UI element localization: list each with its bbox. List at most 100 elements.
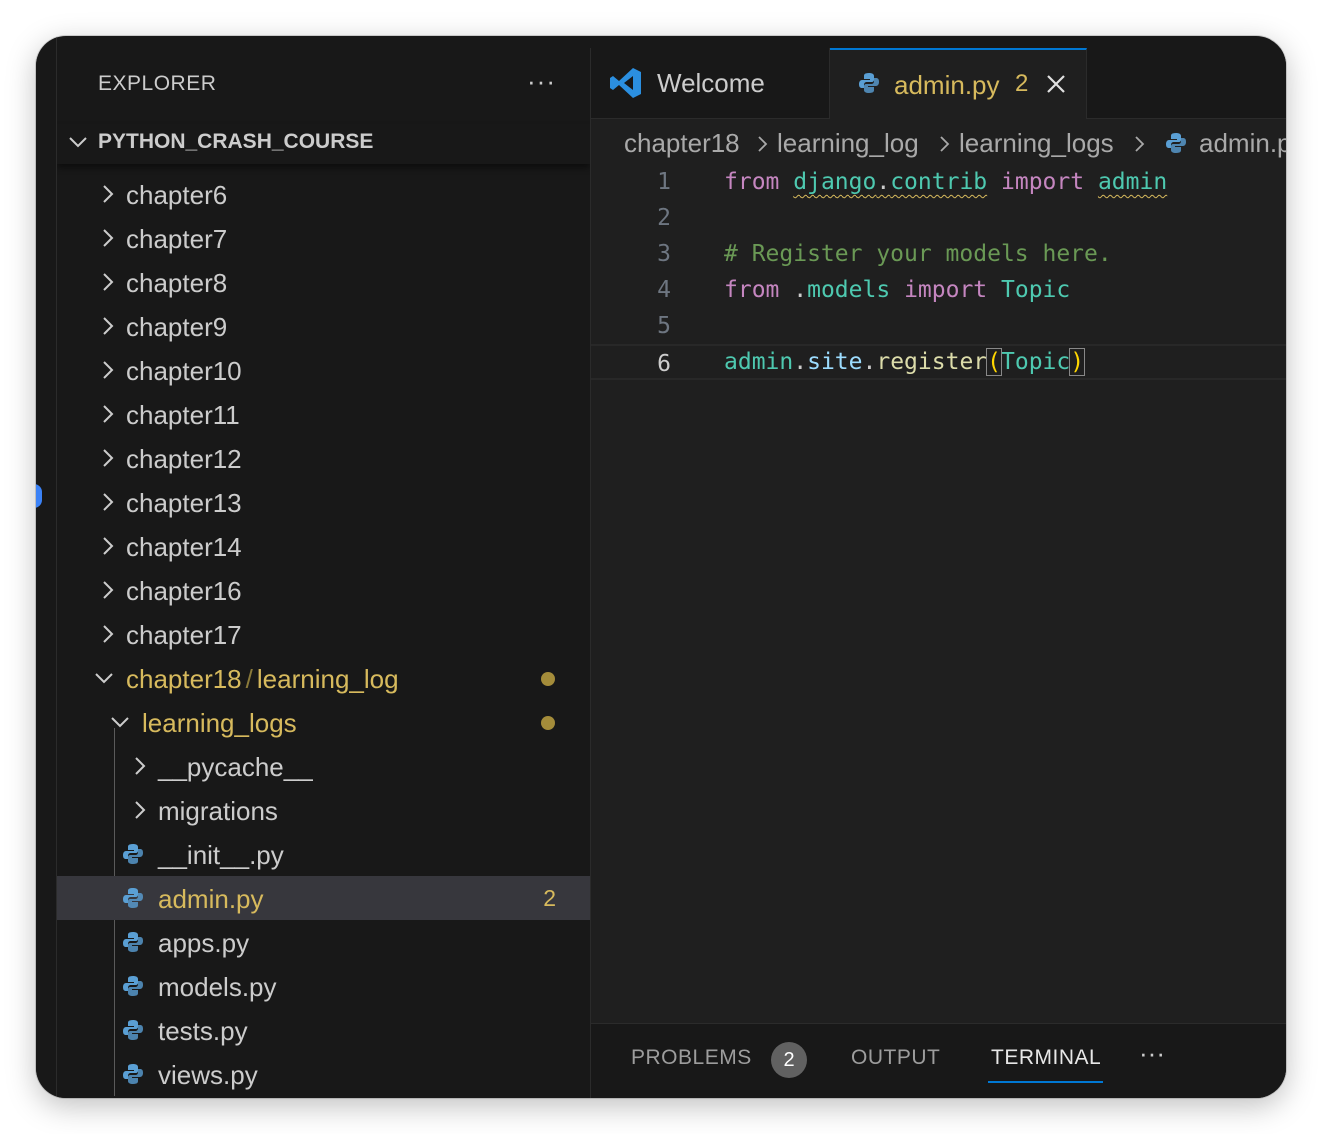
line-source: admin.site.register(Topic) xyxy=(724,348,1086,376)
token: import xyxy=(1001,169,1085,195)
tab-admin-py[interactable]: admin.py 2 xyxy=(830,48,1087,119)
token: from xyxy=(724,277,780,303)
tab-bar: Welcome admin.py 2 xyxy=(591,48,1286,119)
folder-row[interactable]: chapter9 xyxy=(57,304,590,348)
explorer-sidebar: EXPLORER ··· PYTHON_CRASH_COURSE chapter… xyxy=(57,48,591,1098)
file-label: admin.py xyxy=(158,884,264,914)
explorer-header: EXPLORER ··· xyxy=(57,48,590,120)
file-row[interactable]: __init__.py xyxy=(57,832,590,876)
token: Topic xyxy=(1001,349,1071,375)
breadcrumb-item[interactable]: admin.py xyxy=(1199,128,1286,159)
folder-row[interactable]: chapter17 xyxy=(57,612,590,656)
tab-welcome-label: Welcome xyxy=(657,68,765,98)
token: contrib xyxy=(890,169,988,195)
token: register xyxy=(876,349,988,375)
line-number: 4 xyxy=(657,277,671,303)
code-line: 2 xyxy=(591,200,1286,236)
python-file-icon xyxy=(122,1063,144,1085)
token: django xyxy=(793,169,877,195)
folder-row[interactable]: __pycache__ xyxy=(57,744,590,788)
token-bracket: ( xyxy=(986,348,1002,376)
chevron-right-icon xyxy=(1133,134,1147,154)
panel-more-button[interactable]: ··· xyxy=(1139,1038,1165,1069)
folder-row[interactable]: chapter16 xyxy=(57,568,590,612)
file-label: __init__.py xyxy=(158,840,284,870)
vscode-logo-icon xyxy=(609,66,643,105)
token: models xyxy=(807,277,891,303)
tab-admin-label: admin.py xyxy=(894,70,1000,100)
file-row[interactable]: models.py xyxy=(57,964,590,1008)
file-row[interactable]: views.py xyxy=(57,1052,590,1096)
code-line: 4 from .models import Topic xyxy=(591,272,1286,308)
breadcrumb-item[interactable]: learning_log xyxy=(777,128,919,159)
file-row[interactable]: tests.py xyxy=(57,1008,590,1052)
folder-row-open[interactable]: learning_logs xyxy=(57,700,590,744)
folder-label: migrations xyxy=(158,796,278,826)
chevron-right-icon xyxy=(97,182,119,206)
token: . xyxy=(793,277,808,303)
breadcrumb: chapter18 learning_log learning_logs adm… xyxy=(591,120,1286,164)
chevron-down-icon xyxy=(109,710,131,734)
chevron-down-icon xyxy=(93,666,115,690)
folder-label: chapter11 xyxy=(126,400,240,430)
close-icon[interactable] xyxy=(1044,72,1068,96)
tab-problem-count: 2 xyxy=(1015,70,1029,97)
folder-row[interactable]: chapter6 xyxy=(57,172,590,216)
chevron-right-icon xyxy=(938,134,952,154)
chevron-right-icon xyxy=(97,358,119,382)
problems-count-badge: 2 xyxy=(771,1042,807,1078)
line-source: from django.contrib import admin xyxy=(724,169,1167,195)
panel-tab-problems[interactable]: PROBLEMS xyxy=(631,1046,752,1070)
folder-label: chapter7 xyxy=(126,224,228,254)
folder-row[interactable]: chapter10 xyxy=(57,348,590,392)
chevron-right-icon xyxy=(756,134,770,154)
chevron-right-icon xyxy=(97,402,119,426)
token: . xyxy=(793,349,808,375)
code-line: 1 from django.contrib import admin xyxy=(591,164,1286,200)
panel-tab-output[interactable]: OUTPUT xyxy=(851,1046,940,1070)
file-label: models.py xyxy=(158,972,277,1002)
tab-welcome[interactable]: Welcome xyxy=(591,48,830,118)
folder-row-open[interactable]: chapter18/learning_log xyxy=(57,656,590,700)
activity-bar xyxy=(36,36,57,1098)
folder-row[interactable]: chapter8 xyxy=(57,260,590,304)
folder-label: chapter8 xyxy=(126,268,228,298)
python-file-icon xyxy=(122,887,144,909)
folder-row[interactable]: chapter13 xyxy=(57,480,590,524)
token: site xyxy=(807,349,863,375)
chevron-right-icon xyxy=(97,446,119,470)
panel-tab-terminal[interactable]: TERMINAL xyxy=(991,1046,1101,1070)
open-folder-label: chapter18/learning_log xyxy=(126,664,399,695)
folder-row[interactable]: chapter11 xyxy=(57,392,590,436)
folder-row[interactable]: chapter12 xyxy=(57,436,590,480)
chevron-right-icon xyxy=(97,490,119,514)
breadcrumb-item[interactable]: chapter18 xyxy=(624,128,740,159)
subfolder-label: learning_logs xyxy=(142,708,297,738)
explorer-more-button[interactable]: ··· xyxy=(527,66,556,97)
chevron-right-icon xyxy=(129,754,151,778)
code-line: 3 # Register your models here. xyxy=(591,236,1286,272)
root-folder[interactable]: PYTHON_CRASH_COURSE xyxy=(57,124,590,164)
chevron-right-icon xyxy=(129,798,151,822)
path-separator: / xyxy=(245,664,253,694)
line-number: 3 xyxy=(657,241,671,267)
chevron-right-icon xyxy=(97,226,119,250)
folder-label: chapter12 xyxy=(126,444,242,474)
folder-row[interactable]: chapter14 xyxy=(57,524,590,568)
folder-row[interactable]: migrations xyxy=(57,788,590,832)
file-row[interactable]: apps.py xyxy=(57,920,590,964)
code-line-current: 6 admin.site.register(Topic) xyxy=(591,344,1286,380)
python-file-icon xyxy=(122,1019,144,1041)
file-row-selected[interactable]: admin.py 2 xyxy=(57,876,590,920)
chevron-right-icon xyxy=(97,578,119,602)
folder-label: chapter13 xyxy=(126,488,242,518)
explorer-title: EXPLORER xyxy=(98,72,217,95)
python-file-icon xyxy=(858,72,880,99)
bottom-panel: PROBLEMS 2 OUTPUT TERMINAL ··· xyxy=(591,1023,1286,1098)
folder-row[interactable]: chapter7 xyxy=(57,216,590,260)
python-file-icon xyxy=(122,975,144,997)
code-line: 5 xyxy=(591,308,1286,344)
token: . xyxy=(862,349,877,375)
breadcrumb-item[interactable]: learning_logs xyxy=(959,128,1114,159)
file-label: views.py xyxy=(158,1060,258,1090)
